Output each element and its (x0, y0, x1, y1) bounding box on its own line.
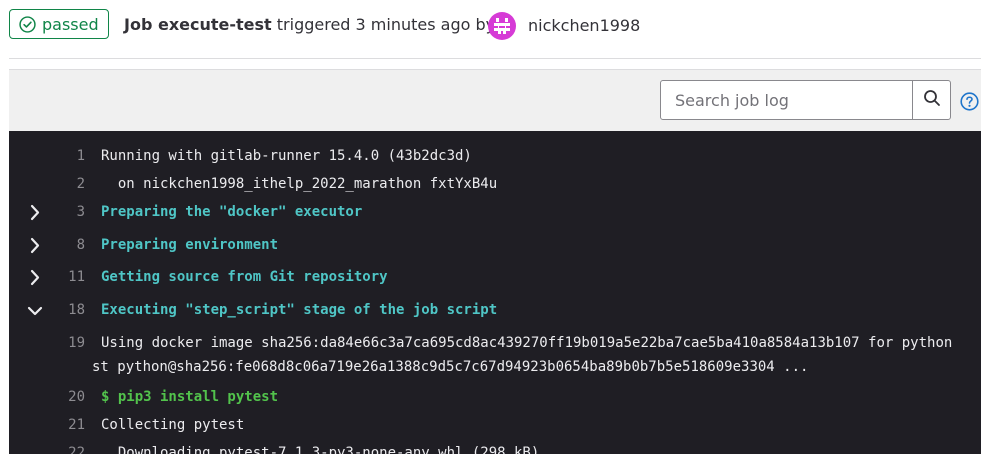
status-badge[interactable]: passed (9, 9, 109, 39)
line-number[interactable]: 8 (9, 237, 85, 253)
job-header: passed Job execute-test triggered 3 minu… (0, 0, 981, 58)
line-text: Running with gitlab-runner 15.4.0 (43b2d… (101, 148, 472, 164)
line-text: Collecting pytest (101, 417, 245, 433)
line-text: Using docker image sha256:da84e66c3a7ca6… (101, 335, 953, 351)
line-text: $ pip3 install pytest (101, 389, 279, 405)
check-circle-icon (19, 15, 36, 33)
avatar[interactable] (488, 12, 516, 40)
job-prefix: Job (124, 15, 158, 34)
line-text: Executing "step_script" stage of the job… (101, 302, 498, 318)
line-number[interactable]: 2 (9, 176, 85, 192)
line-number[interactable]: 21 (9, 417, 85, 433)
header-divider (9, 58, 981, 59)
question-circle-icon[interactable] (960, 92, 979, 115)
search-input[interactable] (661, 81, 912, 119)
line-number[interactable]: 3 (9, 204, 85, 220)
log-toolbar (9, 69, 981, 131)
line-text: Preparing environment (101, 237, 279, 253)
line-number[interactable]: 18 (9, 302, 85, 318)
line-text: Downloading pytest-7.1.3-py3-none-any.wh… (101, 445, 540, 454)
line-text: Preparing the "docker" executor (101, 204, 363, 220)
line-number[interactable]: 22 (9, 445, 85, 454)
line-text: Getting source from Git repository (101, 269, 388, 285)
line-number[interactable]: 20 (9, 389, 85, 405)
job-log: 1 Running with gitlab-runner 15.4.0 (43b2… (9, 131, 981, 454)
line-number[interactable]: 19 (9, 335, 85, 351)
search-icon (923, 89, 941, 111)
line-number[interactable]: 1 (9, 148, 85, 164)
username-link[interactable]: nickchen1998 (528, 16, 640, 35)
search-button[interactable] (912, 81, 951, 119)
search-box (660, 80, 951, 120)
job-name: execute-test (157, 15, 272, 34)
line-text: st python@sha256:fe068d8c06a719e26a1388c… (92, 359, 809, 375)
triggered-text: triggered 3 minutes ago by (271, 15, 496, 34)
status-label: passed (42, 14, 99, 34)
job-title: Job execute-test triggered 3 minutes ago… (124, 15, 495, 34)
line-number[interactable]: 11 (9, 269, 85, 285)
line-text: on nickchen1998_ithelp_2022_marathon fxt… (101, 176, 498, 192)
